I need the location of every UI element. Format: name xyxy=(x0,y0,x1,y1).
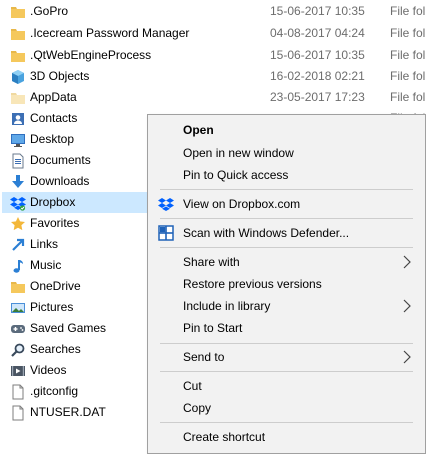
folder-icon xyxy=(11,51,25,62)
menu-item-open-new-window[interactable]: Open in new window xyxy=(148,142,425,164)
chevron-right-icon xyxy=(403,255,411,269)
menu-separator xyxy=(160,371,413,372)
file-name: Documents xyxy=(30,153,91,167)
file-date: 04-08-2017 04:24 xyxy=(270,26,365,40)
file-name: NTUSER.DAT xyxy=(30,405,106,419)
menu-item-pin-start[interactable]: Pin to Start xyxy=(148,317,425,339)
downloads-icon xyxy=(12,175,24,188)
file-name: OneDrive xyxy=(30,279,81,293)
context-menu: Open Open in new window Pin to Quick acc… xyxy=(147,114,426,454)
folder-hidden-icon xyxy=(11,93,25,104)
pictures-icon xyxy=(11,303,25,313)
file-name: Favorites xyxy=(30,216,80,230)
file-type: File fol xyxy=(390,69,426,83)
file-icon xyxy=(12,384,24,400)
file-type: File fol xyxy=(390,48,426,62)
menu-item-share-with[interactable]: Share with xyxy=(148,251,425,273)
menu-separator xyxy=(160,422,413,423)
file-name: Pictures xyxy=(30,300,74,314)
chevron-right-icon xyxy=(403,350,411,364)
file-name: .GoPro xyxy=(30,4,69,18)
folder-icon xyxy=(11,7,25,18)
menu-item-restore-versions[interactable]: Restore previous versions xyxy=(148,273,425,295)
file-name: .QtWebEngineProcess xyxy=(30,48,152,62)
documents-icon xyxy=(12,153,24,169)
list-item[interactable]: .GoPro 15-06-2017 10:35 File fol xyxy=(2,1,426,22)
desktop-icon xyxy=(11,134,25,147)
dropbox-icon xyxy=(10,197,26,211)
file-type: File fol xyxy=(390,26,426,40)
windows-defender-icon xyxy=(158,225,174,241)
searches-icon xyxy=(11,343,25,357)
file-date: 16-02-2018 02:21 xyxy=(270,69,365,83)
file-name: .gitconfig xyxy=(30,384,79,398)
saved-games-icon xyxy=(11,325,25,333)
file-name: Contacts xyxy=(30,111,78,125)
file-name: Music xyxy=(30,258,62,272)
list-item[interactable]: .QtWebEngineProcess 15-06-2017 10:35 Fil… xyxy=(2,45,426,66)
menu-separator xyxy=(160,247,413,248)
file-date: 15-06-2017 10:35 xyxy=(270,48,365,62)
menu-separator xyxy=(160,343,413,344)
file-name: Saved Games xyxy=(30,321,107,335)
file-name: AppData xyxy=(30,90,77,104)
file-name: Desktop xyxy=(30,132,75,146)
file-type: File fol xyxy=(390,90,426,104)
menu-item-label: Copy xyxy=(183,401,212,415)
menu-item-label: Restore previous versions xyxy=(183,277,322,291)
file-name: Downloads xyxy=(30,174,90,188)
menu-item-view-dropbox[interactable]: View on Dropbox.com xyxy=(148,193,425,215)
menu-item-include-library[interactable]: Include in library xyxy=(148,295,425,317)
menu-item-label: Include in library xyxy=(183,299,271,313)
music-icon xyxy=(13,260,23,273)
menu-item-cut[interactable]: Cut xyxy=(148,375,425,397)
menu-item-send-to[interactable]: Send to xyxy=(148,346,425,368)
menu-item-label: Cut xyxy=(183,379,202,393)
menu-item-open[interactable]: Open xyxy=(148,119,425,141)
folder-icon xyxy=(11,29,25,40)
contacts-icon xyxy=(12,113,24,125)
file-date: 15-06-2017 10:35 xyxy=(270,4,365,18)
menu-item-pin-quick-access[interactable]: Pin to Quick access xyxy=(148,164,425,186)
videos-icon xyxy=(11,366,25,376)
menu-item-label: Send to xyxy=(183,350,225,364)
menu-item-label: Pin to Start xyxy=(183,321,243,335)
menu-item-create-shortcut[interactable]: Create shortcut xyxy=(148,426,425,448)
chevron-right-icon xyxy=(403,299,411,313)
file-name: Dropbox xyxy=(30,195,76,209)
list-item[interactable]: .Icecream Password Manager 04-08-2017 04… xyxy=(2,23,426,44)
menu-item-label: Open xyxy=(183,123,214,137)
file-date: 23-05-2017 17:23 xyxy=(270,90,365,104)
menu-item-label: Open in new window xyxy=(183,146,294,160)
menu-item-copy[interactable]: Copy xyxy=(148,397,425,419)
menu-item-label: Share with xyxy=(183,255,240,269)
file-name: Links xyxy=(30,237,59,251)
file-icon xyxy=(12,405,24,421)
links-icon xyxy=(12,238,25,251)
menu-item-scan-defender[interactable]: Scan with Windows Defender... xyxy=(148,222,425,244)
file-name: 3D Objects xyxy=(30,69,90,83)
dropbox-icon xyxy=(158,198,174,211)
menu-item-label: Scan with Windows Defender... xyxy=(183,226,350,240)
menu-item-label: Pin to Quick access xyxy=(183,168,289,182)
menu-separator xyxy=(160,218,413,219)
file-name: Videos xyxy=(30,363,67,377)
menu-item-label: View on Dropbox.com xyxy=(183,197,301,211)
favorites-icon xyxy=(11,217,25,231)
list-item[interactable]: AppData 23-05-2017 17:23 File fol xyxy=(2,87,426,108)
folder-icon xyxy=(11,282,25,293)
menu-item-label: Create shortcut xyxy=(183,430,266,444)
file-name: Searches xyxy=(30,342,81,356)
menu-separator xyxy=(160,189,413,190)
3d-objects-icon xyxy=(12,70,24,84)
list-item[interactable]: 3D Objects 16-02-2018 02:21 File fol xyxy=(2,66,426,87)
file-type: File fol xyxy=(390,4,426,18)
file-name: .Icecream Password Manager xyxy=(30,26,190,40)
